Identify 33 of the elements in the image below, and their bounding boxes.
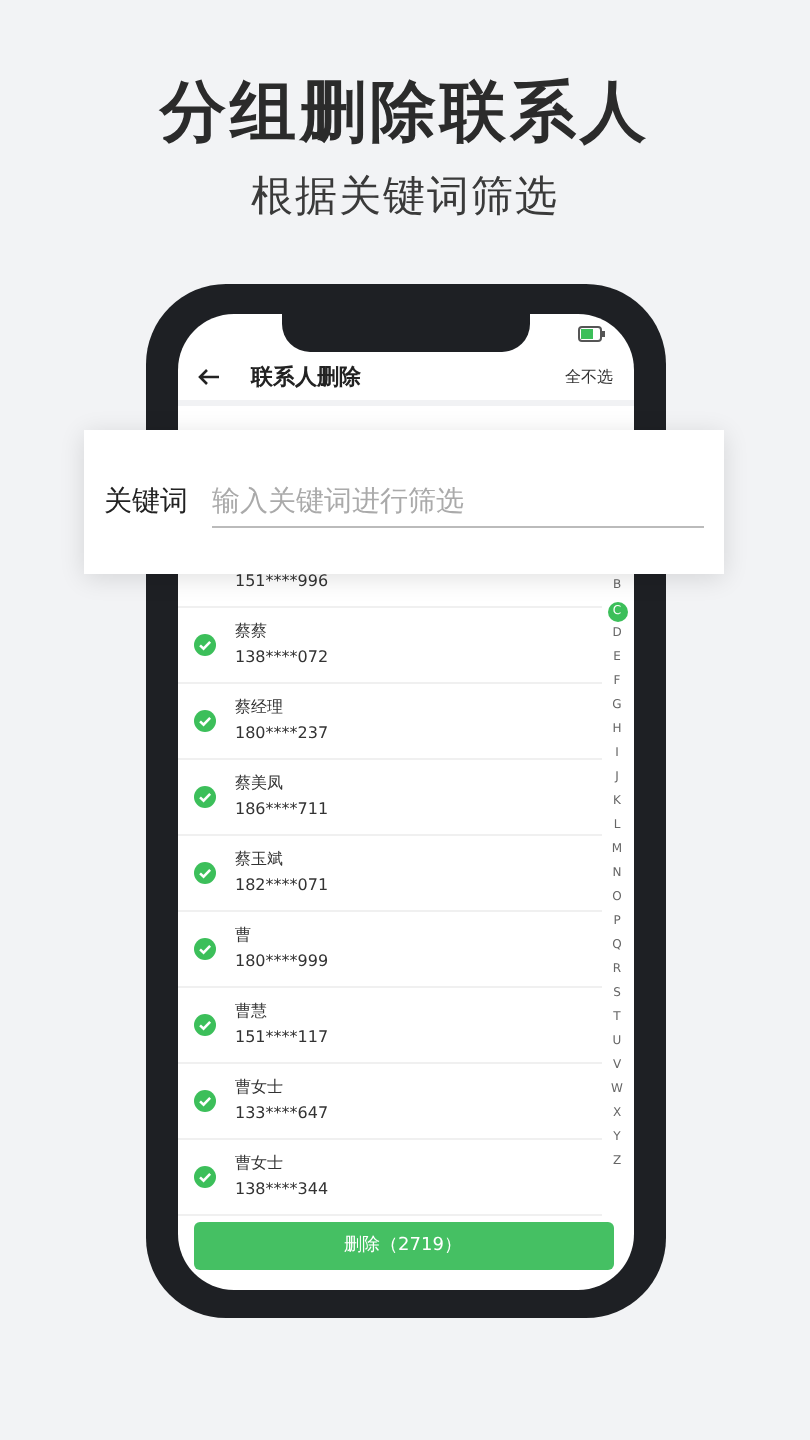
contact-name: 蔡经理 xyxy=(235,695,285,720)
contact-name: 曹 xyxy=(235,923,253,948)
contact-phone: 182****071 xyxy=(235,873,329,898)
contact-name: 蔡玉斌 xyxy=(235,847,285,872)
contact-phone: 180****999 xyxy=(235,949,329,974)
checked-icon[interactable] xyxy=(193,937,215,960)
contact-phone: 151****117 xyxy=(235,1025,329,1050)
checked-icon[interactable] xyxy=(193,1013,215,1036)
screen-title: 联系人删除 xyxy=(251,362,363,393)
checked-icon[interactable] xyxy=(193,861,215,884)
contact-name: 曹女士 xyxy=(235,1151,285,1176)
contact-phone: 180****237 xyxy=(235,721,329,746)
keyword-field[interactable]: 输入关键词进行筛选 xyxy=(212,477,704,527)
filter-label: 关键词 xyxy=(104,484,188,520)
contact-phone: 138****072 xyxy=(235,645,329,670)
contact-name: 曹女士 xyxy=(235,1075,285,1100)
checked-icon[interactable] xyxy=(193,633,215,656)
back-icon[interactable] xyxy=(197,368,219,387)
battery-icon xyxy=(577,326,605,343)
checked-icon[interactable] xyxy=(193,1089,215,1112)
checked-icon[interactable] xyxy=(193,785,215,808)
contact-phone: 138****344 xyxy=(235,1177,329,1202)
checked-icon[interactable] xyxy=(193,709,215,732)
deselect-all-button[interactable]: 全不选 xyxy=(565,366,613,389)
contact-name: 蔡蔡 xyxy=(235,619,269,644)
contact-phone: 151****996 xyxy=(235,569,329,594)
contact-phone: 186****711 xyxy=(235,797,329,822)
contact-name: 曹慧 xyxy=(235,999,269,1024)
contact-name: 蔡美凤 xyxy=(235,771,285,796)
headline: 分组删除联系人 xyxy=(157,70,652,152)
checked-icon[interactable] xyxy=(193,1165,215,1188)
contact-phone: 133****647 xyxy=(235,1101,329,1126)
subheadline: 根据关键词筛选 xyxy=(249,170,561,224)
